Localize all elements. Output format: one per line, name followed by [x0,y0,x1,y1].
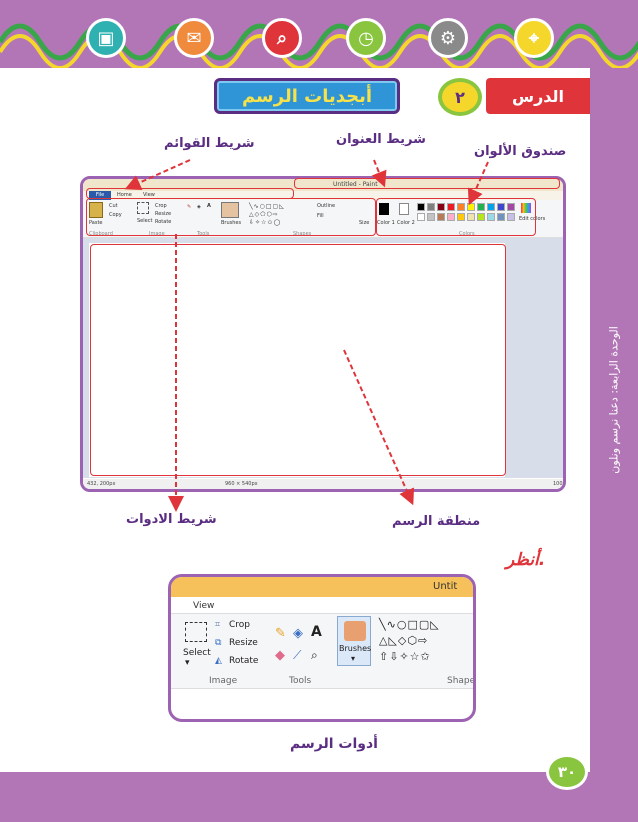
window-title: Untit [433,581,458,592]
select-icon[interactable] [185,622,207,642]
group-shapes: Shapes [447,676,476,686]
window-top-bar [171,577,473,597]
page-number: ٣٠ [546,754,588,790]
resize-icon[interactable]: ⧉ [215,638,221,648]
tools-window: Untit View Select ▾ ⌗ Crop ⧉ Resize ◭ Ro… [168,574,476,722]
group-tools: Tools [289,676,312,686]
tab-view[interactable]: View [193,601,214,611]
shapes-row1[interactable]: ╲∿○□▢◺ [379,618,440,631]
page: { "header": { "icons": ["briefcase-icon"… [0,0,638,822]
rotate-icon[interactable]: ◭ [215,656,222,666]
brushes-button: Brushes [339,644,372,653]
footer-band [0,772,638,822]
pencil-icon[interactable]: ✎ [275,626,286,641]
brushes-dropdown-icon: ▾ [351,654,356,663]
ribbon: Select ▾ ⌗ Crop ⧉ Resize ◭ Rotate ✎ ◈ A … [171,613,473,689]
crop-icon[interactable]: ⌗ [215,620,220,630]
magnifier-icon[interactable]: ⌕ [311,648,318,663]
eraser-icon[interactable]: ◆ [275,648,285,663]
label-drawing-tools: أدوات الرسم [290,736,378,752]
resize-button[interactable]: Resize [229,638,258,648]
brushes-tile[interactable]: Brushes ▾ [337,616,371,666]
shapes-row3[interactable]: ⇧⇩✧☆✩ [379,650,431,663]
select-dropdown-icon[interactable]: ▾ [185,658,190,668]
shapes-row2[interactable]: △◺◇⬡⇨ [379,634,428,647]
brushes-icon [344,621,366,641]
rotate-button[interactable]: Rotate [229,656,258,666]
color-picker-icon[interactable]: ⟋ [293,648,301,663]
fill-icon[interactable]: ◈ [293,626,303,641]
text-icon[interactable]: A [311,624,322,640]
look-heading: أنظر. [506,550,546,570]
crop-button[interactable]: Crop [229,620,250,630]
group-image: Image [209,676,238,686]
select-button[interactable]: Select [183,648,211,658]
